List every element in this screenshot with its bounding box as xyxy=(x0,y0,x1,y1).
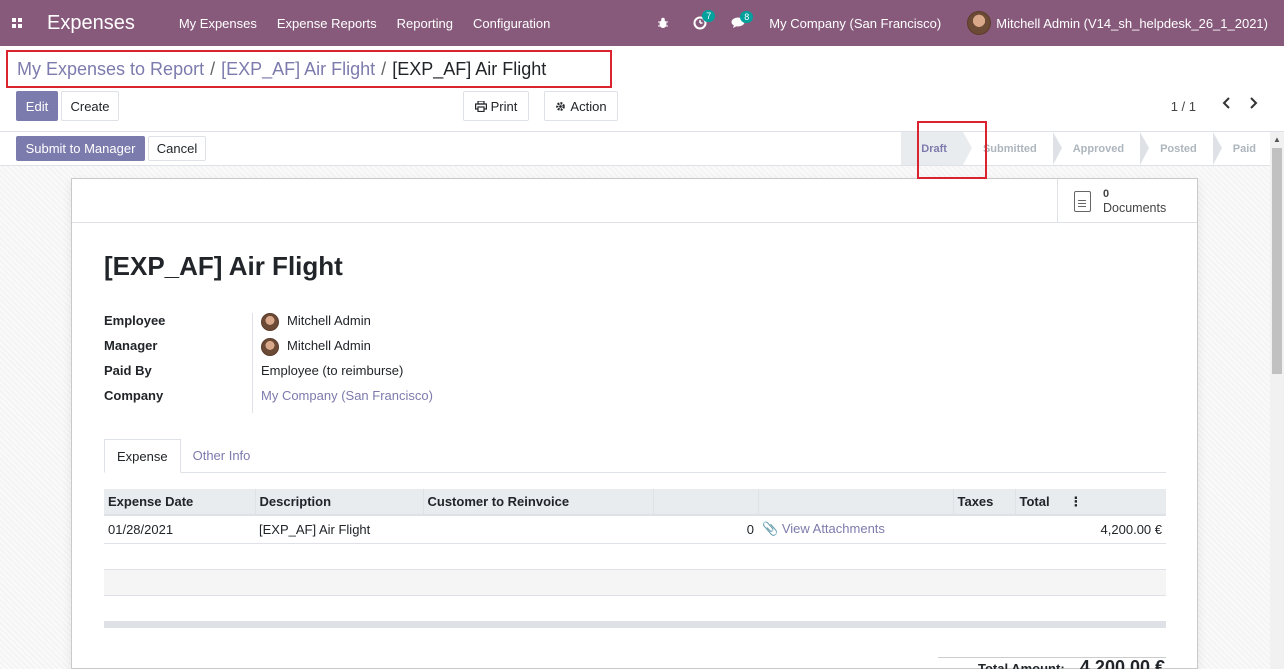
smart-button-box: 0 Documents xyxy=(72,179,1197,223)
employee-value: Mitchell Admin xyxy=(287,313,371,328)
submit-to-manager-button[interactable]: Submit to Manager xyxy=(16,136,145,161)
documents-smart-button[interactable]: 0 Documents xyxy=(1057,179,1197,223)
empty-row xyxy=(104,595,1166,622)
manager-avatar xyxy=(261,338,279,356)
column-total-label: Total xyxy=(1019,493,1050,509)
messages-chat-icon[interactable]: 8 xyxy=(731,11,754,29)
company-switcher[interactable]: My Company (San Francisco) xyxy=(769,16,941,31)
menu-configuration[interactable]: Configuration xyxy=(473,16,550,31)
manager-label: Manager xyxy=(104,338,158,353)
row-attachments[interactable]: 📎 View Attachments xyxy=(758,515,953,544)
row-customer xyxy=(423,515,653,544)
row-taxes xyxy=(953,515,1015,544)
pager-value[interactable]: 1 / 1 xyxy=(1171,99,1196,114)
messages-badge: 8 xyxy=(740,11,754,23)
pager-previous-icon[interactable] xyxy=(1222,96,1232,114)
column-description[interactable]: Description xyxy=(255,489,424,516)
stage-approved: Approved xyxy=(1053,132,1150,165)
scroll-up-icon[interactable]: ▲ xyxy=(1273,135,1281,144)
edit-button[interactable]: Edit xyxy=(16,91,58,121)
column-expense-date[interactable]: Expense Date xyxy=(104,489,256,516)
column-total[interactable]: Total ⋮ xyxy=(1015,489,1166,516)
print-label: Print xyxy=(490,98,518,114)
breadcrumb-air-flight-report[interactable]: [EXP_AF] Air Flight xyxy=(221,59,375,80)
record-title: [EXP_AF] Air Flight xyxy=(104,251,343,281)
breadcrumb-current: [EXP_AF] Air Flight xyxy=(392,58,547,79)
manager-field[interactable]: Mitchell Admin xyxy=(261,338,433,363)
print-button[interactable]: Print xyxy=(463,91,529,121)
control-panel: My Expenses to Report / [EXP_AF] Air Fli… xyxy=(0,46,1284,132)
tab-other-info[interactable]: Other Info xyxy=(181,439,263,472)
menu-expense-reports[interactable]: Expense Reports xyxy=(277,16,377,31)
form-sheet: 0 Documents [EXP_AF] Air Flight Employee… xyxy=(71,178,1198,669)
column-taxes[interactable]: Taxes xyxy=(953,489,1016,516)
row-date: 01/28/2021 xyxy=(104,515,255,544)
paid-by-value: Employee (to reimburse) xyxy=(261,363,404,378)
create-button[interactable]: Create xyxy=(61,91,119,121)
row-description: [EXP_AF] Air Flight xyxy=(255,515,423,544)
document-icon xyxy=(1074,190,1091,212)
table-footer xyxy=(104,622,1166,628)
action-button[interactable]: Action xyxy=(544,91,618,121)
apps-menu-icon[interactable] xyxy=(0,0,34,46)
manager-value: Mitchell Admin xyxy=(287,338,371,353)
activity-clock-icon[interactable]: 7 xyxy=(693,10,716,30)
company-link[interactable]: My Company (San Francisco) xyxy=(261,388,433,413)
breadcrumb-separator: / xyxy=(381,58,387,79)
menu-my-expenses[interactable]: My Expenses xyxy=(179,16,257,31)
table-row[interactable]: 01/28/2021 [EXP_AF] Air Flight 0 📎 View … xyxy=(104,515,1166,544)
documents-count: 0 xyxy=(1103,188,1110,200)
top-navbar: Expenses My Expenses Expense Reports Rep… xyxy=(0,0,1284,46)
column-customer-to-reinvoice[interactable]: Customer to Reinvoice xyxy=(423,489,654,516)
user-name: Mitchell Admin (V14_sh_helpdesk_26_1_202… xyxy=(996,15,1268,31)
pager-next-icon[interactable] xyxy=(1248,96,1258,114)
gear-icon xyxy=(556,101,566,111)
stage-posted: Posted xyxy=(1140,132,1222,165)
activity-badge: 7 xyxy=(702,10,716,22)
company-label: Company xyxy=(104,388,164,403)
documents-label: Documents xyxy=(1103,201,1167,215)
action-label: Action xyxy=(570,98,607,114)
user-menu[interactable]: Mitchell Admin (V14_sh_helpdesk_26_1_202… xyxy=(967,11,1268,35)
draft-stage-highlight xyxy=(917,121,987,179)
empty-row xyxy=(104,543,1166,570)
optional-columns-icon[interactable]: ⋮ xyxy=(1069,494,1082,509)
view-attachments-link[interactable]: View Attachments xyxy=(782,521,885,536)
menu-reporting[interactable]: Reporting xyxy=(397,16,453,31)
row-total: 4,200.00 € xyxy=(1015,515,1166,544)
employee-field[interactable]: Mitchell Admin xyxy=(261,313,433,338)
employee-avatar xyxy=(261,313,279,331)
print-icon xyxy=(474,100,487,112)
notebook-tabs: Expense Other Info xyxy=(104,439,1166,473)
empty-row xyxy=(104,569,1166,596)
column-attachments[interactable] xyxy=(758,489,954,516)
column-quantity[interactable] xyxy=(653,489,759,516)
breadcrumb-my-expenses-to-report[interactable]: My Expenses to Report xyxy=(17,59,204,80)
tab-expense[interactable]: Expense xyxy=(104,439,181,473)
paperclip-icon: 📎 xyxy=(762,521,779,537)
breadcrumb-separator: / xyxy=(210,58,216,79)
paid-by-label: Paid By xyxy=(104,363,152,378)
breadcrumb: My Expenses to Report / [EXP_AF] Air Fli… xyxy=(6,50,612,88)
app-title[interactable]: Expenses xyxy=(47,12,135,35)
scrollbar-thumb[interactable] xyxy=(1272,148,1282,374)
page-scrollbar[interactable]: ▲ xyxy=(1270,132,1284,669)
total-amount-label: Total Amount: xyxy=(978,661,1065,669)
row-quantity: 0 xyxy=(653,515,758,544)
statusbar: Submit to Manager Cancel Draft Submitted… xyxy=(0,132,1284,166)
employee-label: Employee xyxy=(104,313,166,328)
cancel-button[interactable]: Cancel xyxy=(148,136,206,161)
user-avatar xyxy=(967,11,992,35)
debug-bug-icon[interactable] xyxy=(657,17,669,29)
expense-lines-table: Expense Date Description Customer to Rei… xyxy=(104,489,1166,622)
total-amount-value: 4,200.00 € xyxy=(1079,657,1165,669)
